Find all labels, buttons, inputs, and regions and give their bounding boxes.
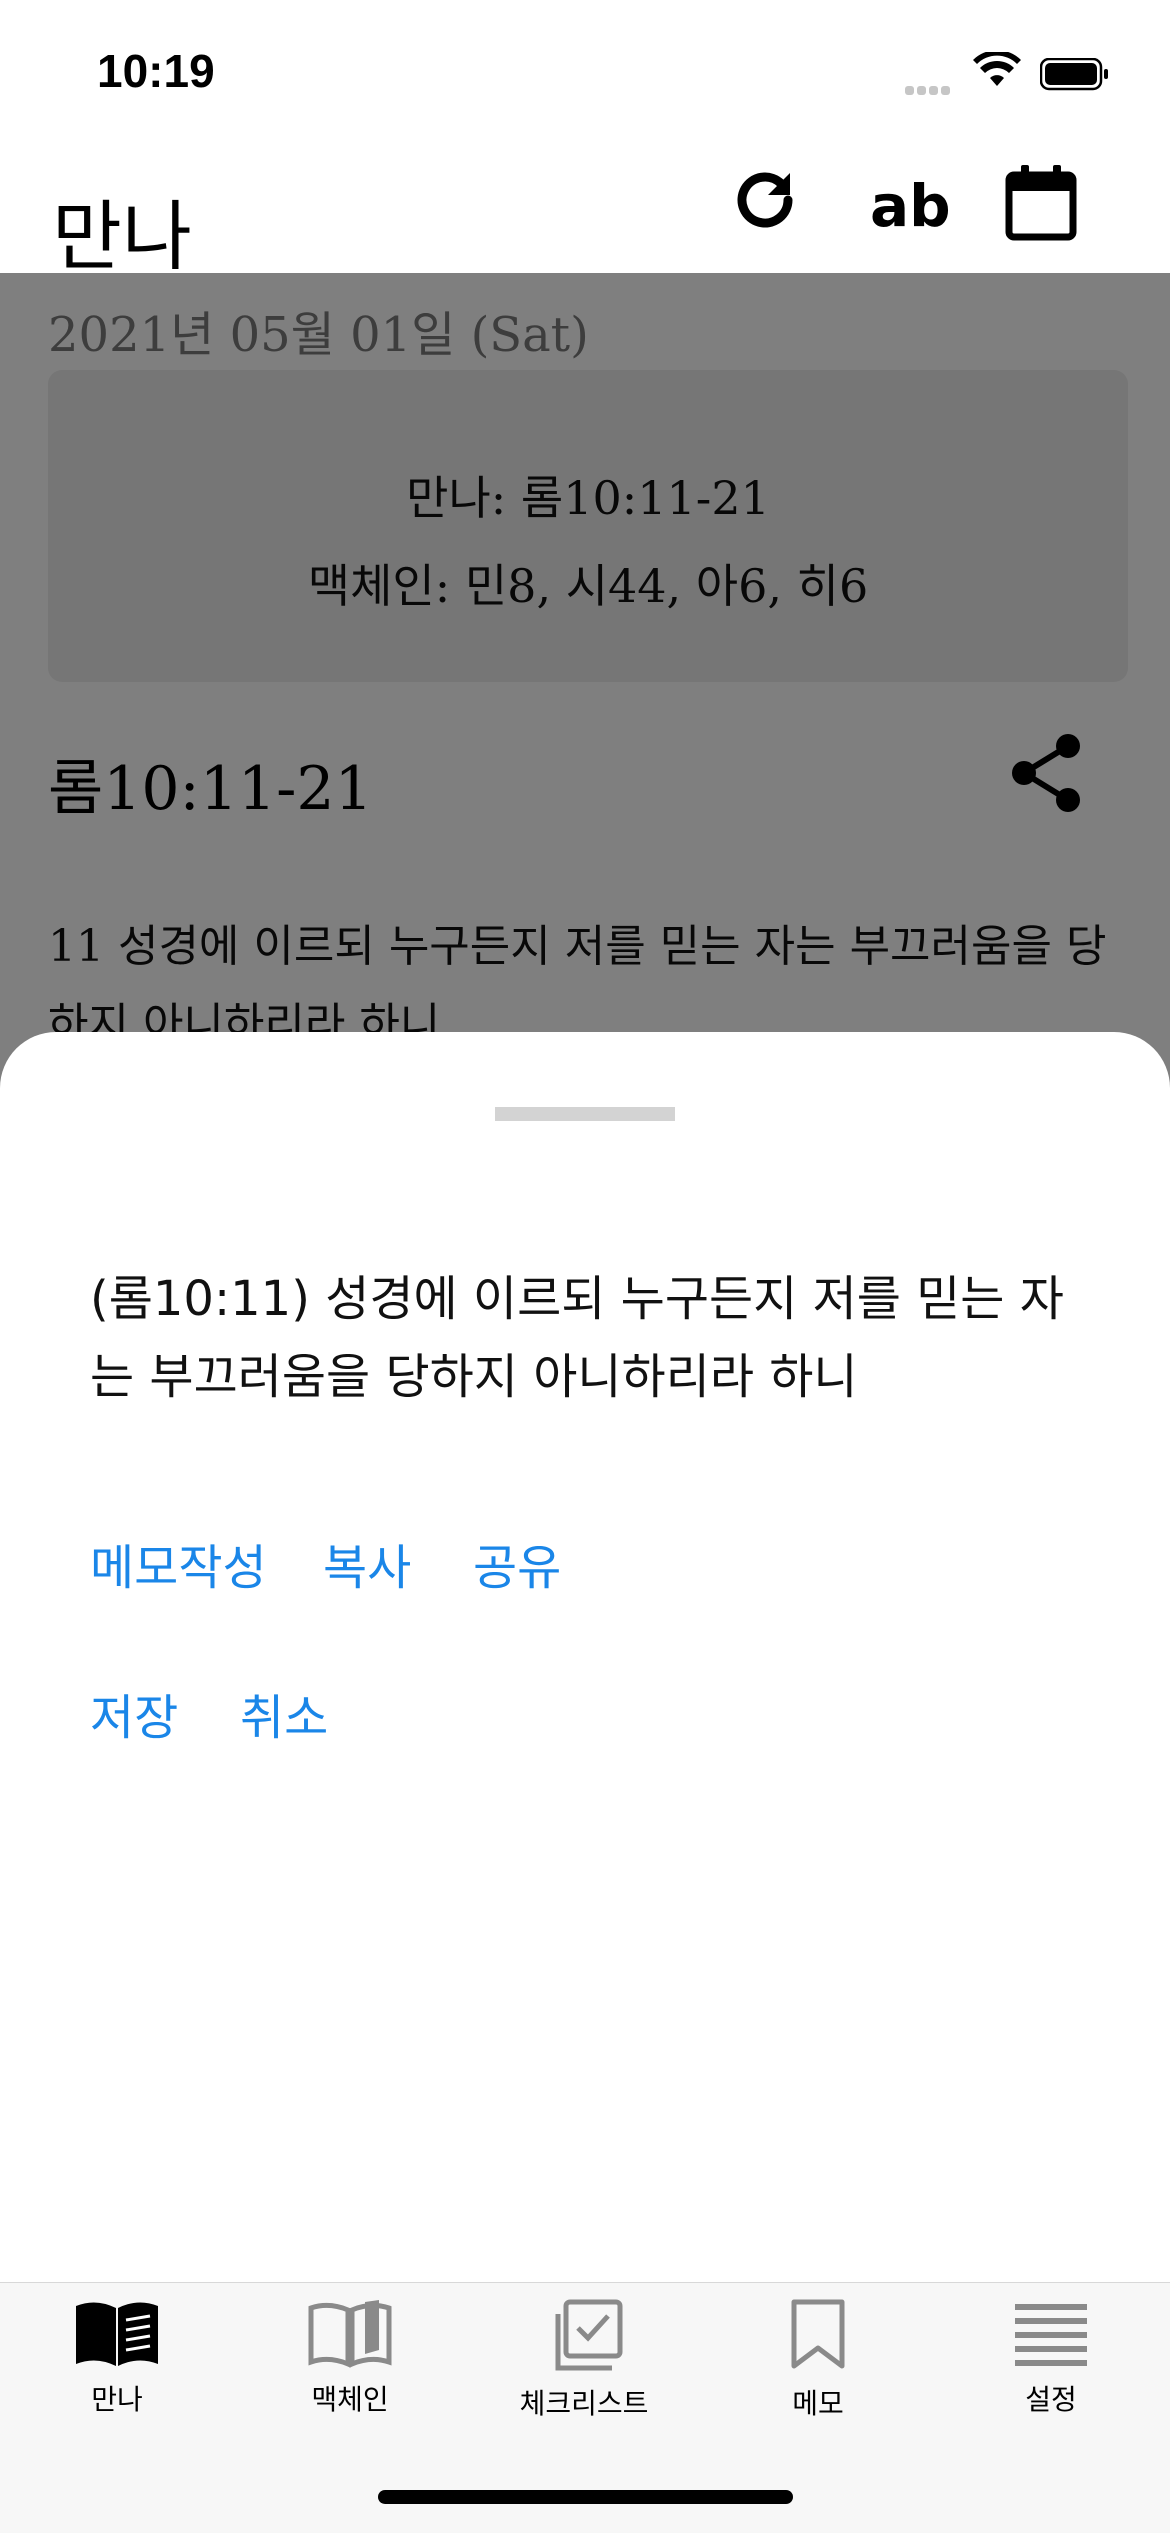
tab-maekchain[interactable]: 맥체인 xyxy=(250,2298,450,2418)
tab-label: 맥체인 xyxy=(311,2383,389,2416)
cellular-signal-icon xyxy=(905,80,961,95)
sheet-grabber[interactable] xyxy=(495,1107,675,1121)
tab-manna[interactable]: 만나 xyxy=(17,2298,217,2418)
bookmark-icon xyxy=(791,2299,845,2369)
selected-verse: (롬10:11) 성경에 이르되 누구든지 저를 믿는 자는 부끄러움을 당하지… xyxy=(90,1271,1064,1405)
tab-label: 만나 xyxy=(91,2383,143,2416)
copy-button[interactable]: 복사 xyxy=(323,1528,411,1598)
action-sheet xyxy=(0,1032,1170,2282)
tab-checklist[interactable]: 체크리스트 xyxy=(484,2298,684,2422)
battery-icon xyxy=(1039,57,1108,91)
status-time: 10:19 xyxy=(97,45,215,97)
save-button[interactable]: 저장 xyxy=(90,1678,178,1748)
book-outline-icon xyxy=(308,2300,392,2368)
font-size-button[interactable]: ab xyxy=(870,172,951,240)
tab-label: 설정 xyxy=(1025,2383,1077,2416)
open-book-icon xyxy=(76,2302,158,2366)
cancel-button[interactable]: 취소 xyxy=(240,1678,328,1748)
menu-lines-icon xyxy=(1015,2304,1087,2366)
checklist-icon xyxy=(555,2299,623,2371)
wifi-icon xyxy=(972,50,1022,94)
tab-label: 메모 xyxy=(792,2387,844,2420)
refresh-button[interactable] xyxy=(730,165,800,239)
tab-settings[interactable]: 설정 xyxy=(951,2298,1151,2418)
home-indicator[interactable] xyxy=(378,2490,793,2504)
share-action-button[interactable]: 공유 xyxy=(473,1528,561,1598)
tab-memo[interactable]: 메모 xyxy=(718,2298,918,2422)
calendar-button[interactable] xyxy=(1005,165,1077,245)
refresh-icon xyxy=(737,172,793,228)
tab-label: 체크리스트 xyxy=(519,2387,649,2420)
memo-button[interactable]: 메모작성 xyxy=(90,1528,267,1598)
calendar-icon xyxy=(1005,165,1077,241)
page-title: 만나 xyxy=(52,192,192,281)
